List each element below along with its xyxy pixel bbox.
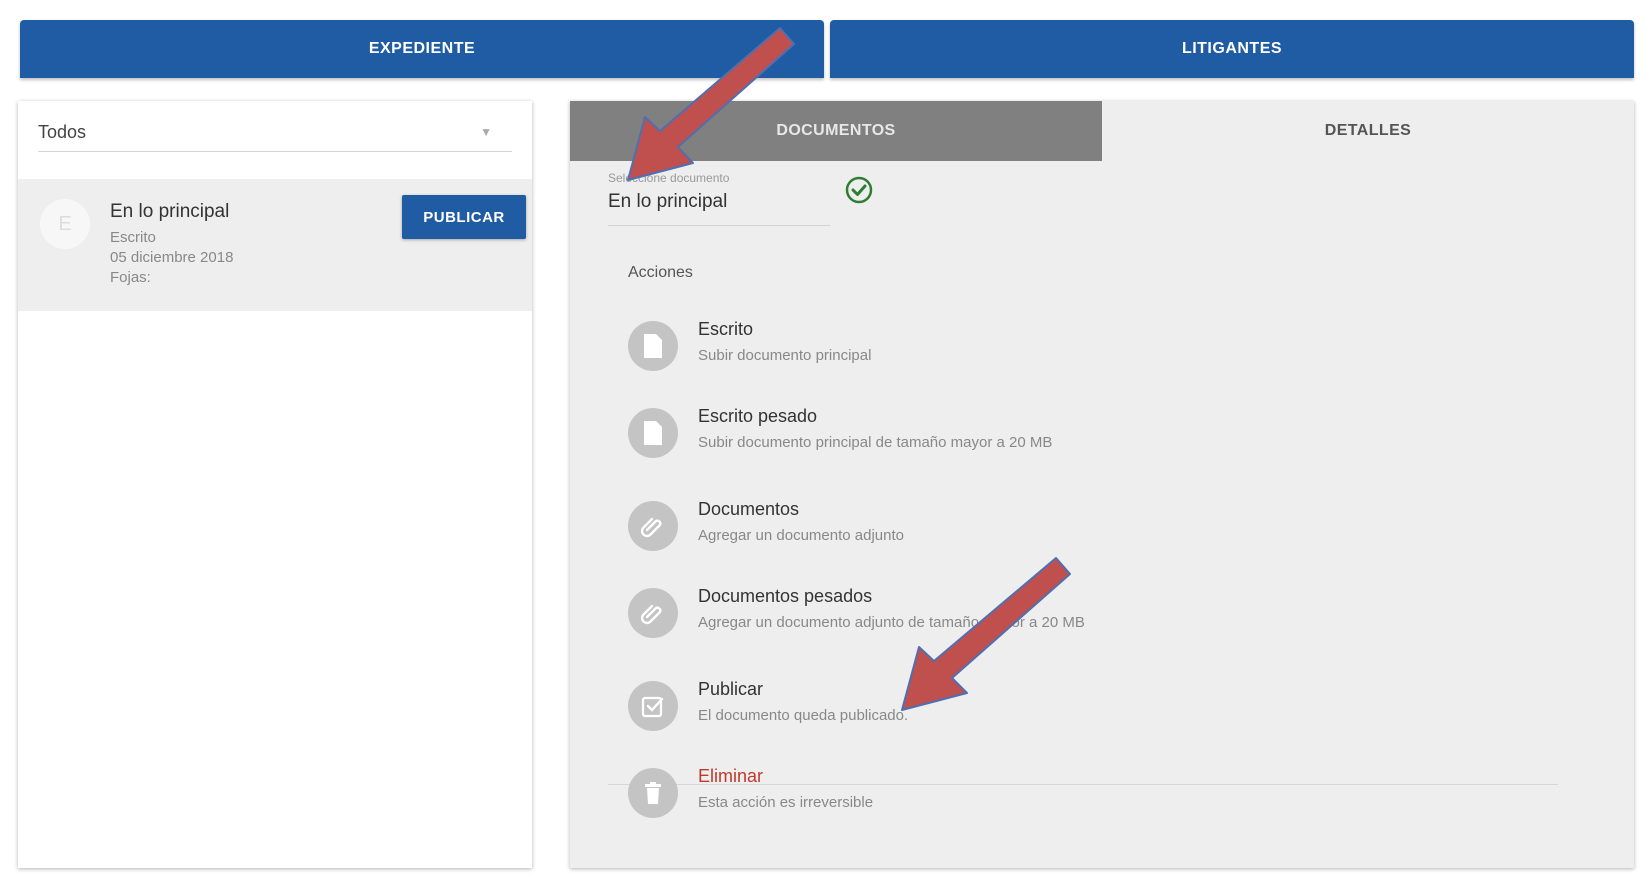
checkbox-icon [628, 681, 678, 731]
action-documentos-pesados[interactable]: Documentos pesados Agregar un documento … [628, 582, 1328, 646]
chevron-down-icon: ▼ [480, 125, 492, 139]
item-title: En lo principal [110, 201, 230, 222]
app-page: EXPEDIENTE LITIGANTES Todos ▼ E En lo pr… [0, 0, 1652, 878]
action-escrito[interactable]: Escrito Subir documento principal [628, 315, 1328, 379]
action-title: Documentos pesados [698, 586, 873, 606]
actions-heading: Acciones [628, 264, 693, 281]
action-subtitle: Agregar un documento adjunto de tamaño m… [698, 614, 1085, 631]
action-subtitle: Subir documento principal [698, 347, 872, 364]
item-date: 05 diciembre 2018 [110, 249, 234, 266]
tab-detalles[interactable]: DETALLES [1102, 101, 1634, 161]
item-fojas: Fojas: [110, 269, 151, 286]
action-title: Publicar [698, 679, 764, 699]
document-detail-panel: DOCUMENTOS DETALLES Seleccione documento… [570, 101, 1634, 868]
file-icon [628, 408, 678, 458]
action-subtitle: Agregar un documento adjunto [698, 527, 904, 544]
list-item[interactable]: E En lo principal Escrito 05 diciembre 2… [18, 179, 532, 311]
tab-expediente[interactable]: EXPEDIENTE [20, 20, 824, 78]
trash-icon [628, 768, 678, 818]
action-title: Documentos [698, 499, 800, 519]
tab-documentos[interactable]: DOCUMENTOS [570, 101, 1102, 161]
action-subtitle: El documento queda publicado. [698, 707, 909, 724]
avatar: E [40, 199, 90, 249]
action-subtitle: Subir documento principal de tamaño mayo… [698, 434, 1053, 451]
action-eliminar[interactable]: Eliminar Esta acción es irreversible [628, 762, 1328, 826]
item-type: Escrito [110, 229, 156, 246]
tab-litigantes[interactable]: LITIGANTES [830, 20, 1634, 78]
action-documentos[interactable]: Documentos Agregar un documento adjunto [628, 495, 1328, 559]
paperclip-icon [628, 588, 678, 638]
filter-select[interactable]: Todos ▼ [38, 113, 512, 152]
publish-button[interactable]: PUBLICAR [402, 195, 526, 239]
document-select-label: Seleccione documento [608, 171, 730, 185]
check-circle-icon [845, 176, 873, 204]
action-title: Eliminar [698, 766, 764, 786]
action-title: Escrito pesado [698, 406, 818, 426]
filter-select-value: Todos [38, 121, 87, 142]
action-subtitle: Esta acción es irreversible [698, 794, 874, 811]
action-escrito-pesado[interactable]: Escrito pesado Subir documento principal… [628, 402, 1328, 466]
paperclip-icon [628, 501, 678, 551]
action-publicar[interactable]: Publicar El documento queda publicado. [628, 675, 1328, 739]
document-select[interactable]: En lo principal [608, 191, 830, 226]
action-title: Escrito [698, 319, 754, 339]
file-icon [628, 321, 678, 371]
document-list-panel: Todos ▼ E En lo principal Escrito 05 dic… [18, 101, 532, 868]
